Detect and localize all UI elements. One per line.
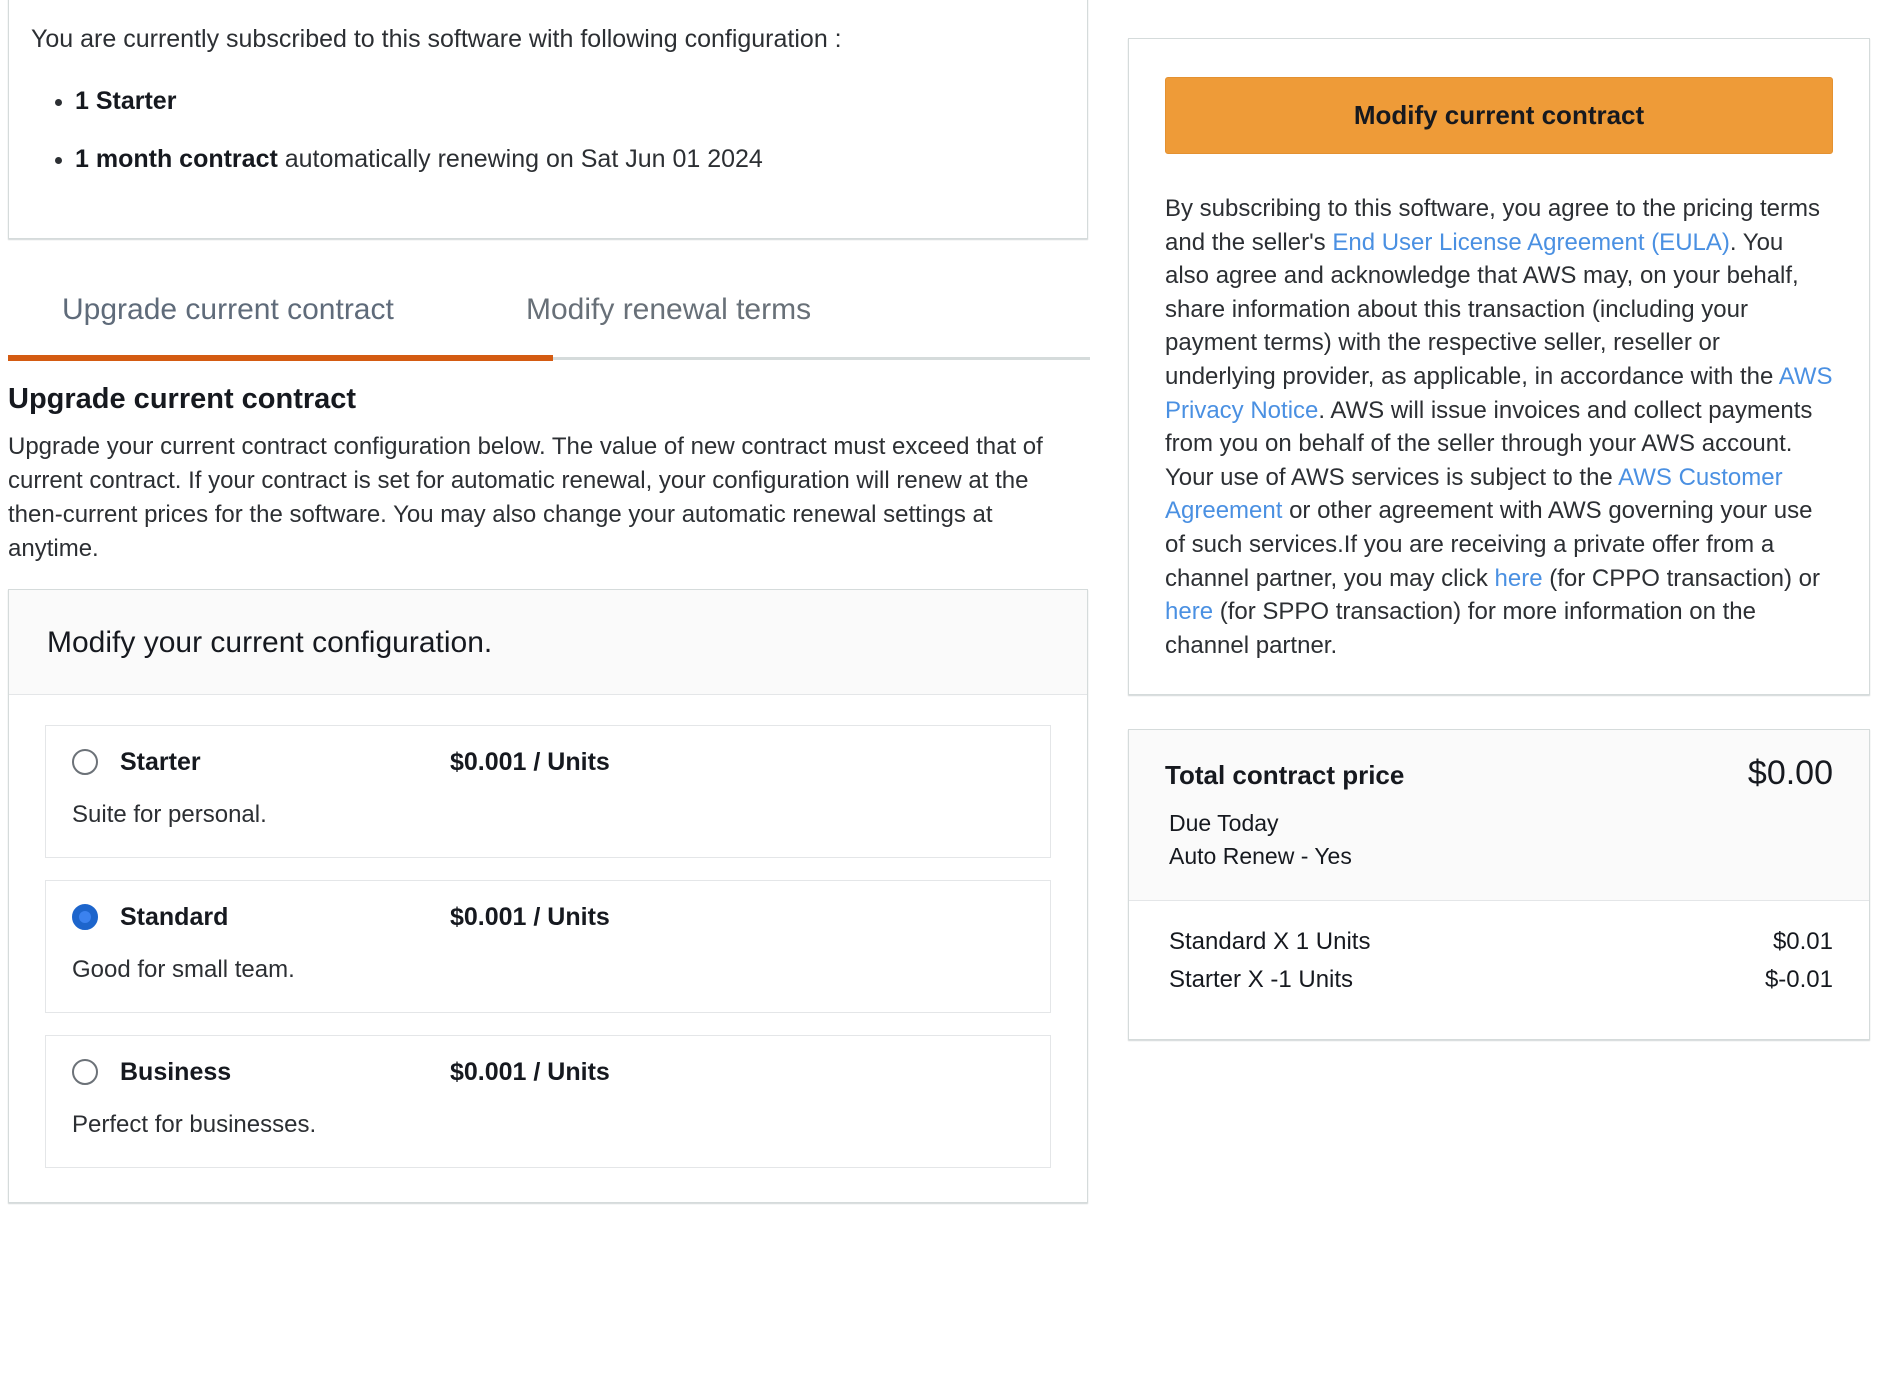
modify-button-wrapper: Modify current contract: [1129, 39, 1869, 176]
option-name-business: Business: [120, 1057, 232, 1086]
modify-current-contract-button[interactable]: Modify current contract: [1165, 77, 1833, 154]
link-here-cppo[interactable]: here: [1495, 565, 1543, 592]
link-here-sppo[interactable]: here: [1165, 598, 1213, 625]
price-line-items: Standard X 1 Units $0.01 Starter X -1 Un…: [1129, 900, 1869, 1039]
total-contract-price-card: Total contract price $0.00 Due Today Aut…: [1128, 729, 1870, 1040]
configuration-card-header: Modify your current configuration.: [9, 589, 1087, 695]
option-description-business: Perfect for businesses.: [72, 1110, 317, 1138]
terms-part-5: (for CPPO transaction) or: [1542, 564, 1820, 592]
option-description-standard: Good for small team.: [72, 955, 295, 983]
configuration-options-list: Starter $0.001 / Units Suite for persona…: [9, 694, 1087, 1202]
option-price-standard: $0.001 / Units: [450, 902, 610, 931]
subscription-config-list: 1 Starter 1 month contract automatically…: [31, 83, 1065, 178]
terms-part-6: (for SPPO transaction) for more informat…: [1165, 598, 1756, 659]
radio-button-standard[interactable]: [72, 904, 98, 931]
radio-button-business[interactable]: [72, 1059, 98, 1086]
terms-and-conditions-text: By subscribing to this software, you agr…: [1129, 176, 1869, 672]
table-row: Standard X 1 Units $0.01: [1165, 923, 1833, 961]
option-price-business: $0.001 / Units: [450, 1057, 610, 1086]
page-root: You are currently subscribed to this sof…: [0, 0, 1878, 1382]
auto-renew-label: Auto Renew - Yes: [1169, 842, 1352, 869]
list-item: 1 month contract automatically renewing …: [75, 141, 1065, 179]
option-starter[interactable]: Starter $0.001 / Units Suite for persona…: [45, 724, 1051, 858]
current-subscription-card: You are currently subscribed to this sof…: [8, 0, 1088, 240]
subscription-item-rest: automatically renewing on Sat Jun 01 202…: [277, 144, 763, 173]
terms-card: Modify current contract By subscribing t…: [1128, 38, 1870, 696]
list-item: 1 Starter: [75, 83, 1065, 121]
option-price-starter: $0.001 / Units: [450, 747, 610, 776]
option-header-row: Starter $0.001 / Units: [72, 748, 1024, 777]
upgrade-description: Upgrade your current contract configurat…: [8, 433, 1043, 563]
link-end-user-license-agreement[interactable]: End User License Agreement (EULA): [1332, 229, 1730, 256]
price-subtext: Due Today Auto Renew - Yes: [1165, 807, 1833, 871]
option-business[interactable]: Business $0.001 / Units Perfect for busi…: [45, 1034, 1051, 1168]
table-row: Starter X -1 Units $-0.01: [1165, 961, 1833, 999]
subscription-item-strong: 1 Starter: [75, 87, 177, 116]
option-header-row: Standard $0.001 / Units: [72, 903, 1024, 932]
price-card-header: Total contract price $0.00 Due Today Aut…: [1129, 730, 1869, 901]
subscription-intro-text: You are currently subscribed to this sof…: [31, 25, 842, 53]
line-item-amount: $0.01: [1772, 927, 1833, 955]
tab-modify-renewal-terms[interactable]: Modify renewal terms: [520, 281, 817, 339]
option-standard[interactable]: Standard $0.001 / Units Good for small t…: [45, 879, 1051, 1013]
configuration-card: Modify your current configuration. Start…: [8, 588, 1088, 1203]
line-item-label: Starter X -1 Units: [1169, 965, 1354, 993]
total-contract-price-value: $0.00: [1747, 754, 1833, 793]
right-column: Modify current contract By subscribing t…: [1128, 38, 1870, 1040]
radio-button-starter[interactable]: [72, 749, 98, 776]
line-item-amount: $-0.01: [1764, 965, 1833, 993]
option-name-starter: Starter: [120, 747, 201, 776]
tab-active-indicator: [8, 355, 553, 362]
total-contract-price-label: Total contract price: [1165, 760, 1405, 791]
subscription-item-strong: 1 month contract: [75, 144, 278, 173]
page-title: Upgrade current contract: [8, 383, 357, 416]
price-header-row: Total contract price $0.00: [1165, 754, 1833, 793]
contract-tabs: Upgrade current contract Modify renewal …: [8, 281, 1090, 373]
option-name-standard: Standard: [120, 902, 229, 931]
left-column: You are currently subscribed to this sof…: [8, 0, 1090, 1203]
option-description-starter: Suite for personal.: [72, 800, 267, 828]
due-today-label: Due Today: [1169, 810, 1279, 837]
tab-upgrade-current-contract[interactable]: Upgrade current contract: [56, 281, 400, 339]
option-header-row: Business $0.001 / Units: [72, 1058, 1024, 1087]
line-item-label: Standard X 1 Units: [1169, 927, 1371, 955]
configuration-card-title: Modify your current configuration.: [47, 625, 493, 659]
